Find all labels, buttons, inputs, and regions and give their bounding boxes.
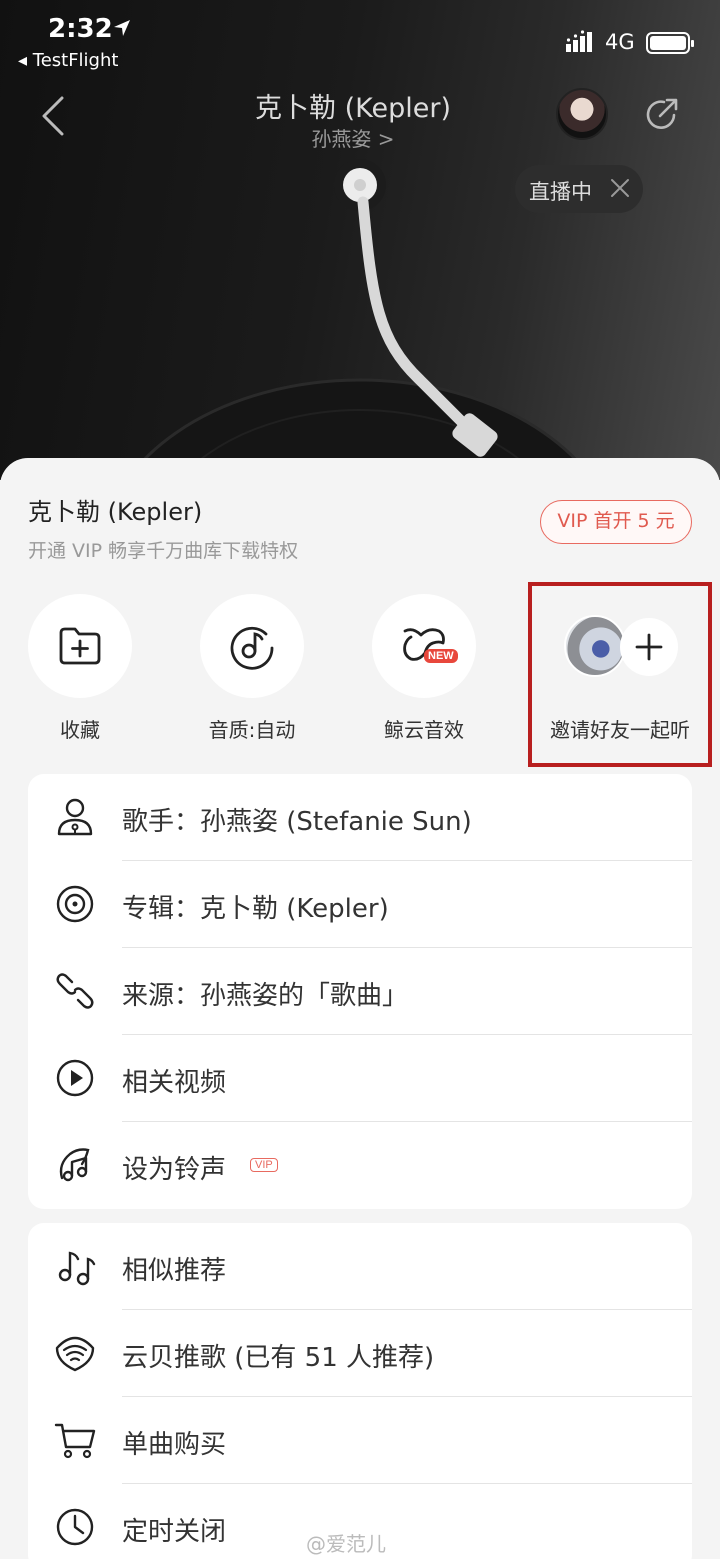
timer-label: 定时关闭 bbox=[122, 1517, 227, 1547]
song-info-card: 歌手：孙燕姿 (Stefanie Sun) 专辑：克卜勒 (Kepler) 来源… bbox=[28, 774, 692, 1209]
location-arrow-icon bbox=[114, 20, 130, 36]
singer-label: 歌手：孙燕姿 (Stefanie Sun) bbox=[122, 807, 472, 837]
more-options-sheet: 克卜勒 (Kepler) 开通 VIP 畅享千万曲库下载特权 VIP 首开 5 … bbox=[0, 458, 720, 1559]
live-label: 直播中 bbox=[529, 180, 592, 204]
quality-button[interactable]: 音质:自动 bbox=[200, 594, 304, 742]
whale-cloud-icon bbox=[403, 628, 445, 661]
yunbei-icon bbox=[55, 1336, 95, 1372]
artist-link[interactable]: 孙燕姿 > bbox=[200, 123, 506, 152]
ringtone-label: 设为铃声 bbox=[122, 1155, 227, 1185]
new-badge: NEW bbox=[424, 649, 458, 663]
list-item-similar[interactable]: 相似推荐 bbox=[28, 1223, 692, 1310]
list-item-album[interactable]: 专辑：克卜勒 (Kepler) bbox=[28, 861, 692, 948]
player-header: 2:32 ◂ TestFlight 4G 克卜勒 (Kepler) 孙燕姿 > … bbox=[0, 0, 720, 480]
back-chevron-icon[interactable] bbox=[36, 94, 70, 138]
similar-music-icon bbox=[58, 1251, 96, 1286]
close-icon[interactable] bbox=[609, 177, 631, 199]
video-label: 相关视频 bbox=[122, 1068, 227, 1098]
purchase-label: 单曲购买 bbox=[122, 1430, 227, 1460]
source-label: 来源：孙燕姿的「歌曲」 bbox=[122, 981, 409, 1011]
status-time: 2:32 bbox=[48, 14, 113, 44]
collect-button[interactable]: 收藏 bbox=[28, 594, 132, 742]
recommend-card: 相似推荐 云贝推歌 (已有 51 人推荐) 单曲购买 定时关闭 bbox=[28, 1223, 692, 1559]
battery-icon bbox=[646, 32, 694, 54]
video-icon bbox=[56, 1059, 94, 1097]
vip-offer-button[interactable]: VIP 首开 5 元 bbox=[540, 500, 692, 544]
invite-friend-label: 邀请好友一起听 bbox=[550, 718, 690, 742]
sheet-song-title: 克卜勒 (Kepler) bbox=[28, 498, 203, 526]
whale-sound-label: 鲸云音效 bbox=[384, 718, 464, 742]
list-item-singer[interactable]: 歌手：孙燕姿 (Stefanie Sun) bbox=[28, 774, 692, 861]
status-bar: 2:32 ◂ TestFlight 4G bbox=[0, 0, 720, 80]
invite-friend-button[interactable] bbox=[620, 618, 678, 676]
similar-label: 相似推荐 bbox=[122, 1256, 227, 1286]
list-item-source[interactable]: 来源：孙燕姿的「歌曲」 bbox=[28, 948, 692, 1035]
back-to-app-link[interactable]: ◂ TestFlight bbox=[18, 50, 118, 71]
yunbei-label: 云贝推歌 (已有 51 人推荐) bbox=[122, 1343, 435, 1373]
singer-icon bbox=[57, 798, 93, 836]
album-icon bbox=[56, 885, 94, 923]
friend-avatar bbox=[564, 615, 626, 677]
avatar[interactable] bbox=[556, 88, 608, 140]
vip-tag: VIP bbox=[250, 1158, 278, 1172]
ringtone-icon bbox=[59, 1148, 90, 1182]
quality-label: 音质:自动 bbox=[208, 718, 296, 742]
cart-icon bbox=[54, 1423, 96, 1459]
share-icon[interactable] bbox=[640, 94, 682, 136]
network-type: 4G bbox=[605, 30, 635, 54]
folder-plus-icon bbox=[59, 627, 101, 665]
whale-sound-button[interactable]: NEW 鲸云音效 bbox=[372, 594, 476, 742]
album-label: 专辑：克卜勒 (Kepler) bbox=[122, 894, 389, 924]
link-icon bbox=[56, 973, 94, 1009]
signal-icon bbox=[566, 30, 592, 52]
clock-icon bbox=[56, 1508, 94, 1546]
plus-icon bbox=[635, 633, 663, 661]
list-item-video[interactable]: 相关视频 bbox=[28, 1035, 692, 1122]
list-item-yunbei[interactable]: 云贝推歌 (已有 51 人推荐) bbox=[28, 1310, 692, 1397]
collect-label: 收藏 bbox=[60, 718, 100, 742]
music-quality-icon bbox=[230, 626, 274, 670]
live-badge[interactable]: 直播中 bbox=[515, 165, 643, 213]
song-title: 克卜勒 (Kepler) bbox=[255, 93, 451, 124]
list-item-purchase[interactable]: 单曲购买 bbox=[28, 1397, 692, 1484]
watermark: @爱范儿 bbox=[306, 1532, 386, 1556]
vip-promo-text: 开通 VIP 畅享千万曲库下载特权 bbox=[28, 540, 299, 562]
list-item-ringtone[interactable]: 设为铃声 VIP bbox=[28, 1122, 692, 1209]
